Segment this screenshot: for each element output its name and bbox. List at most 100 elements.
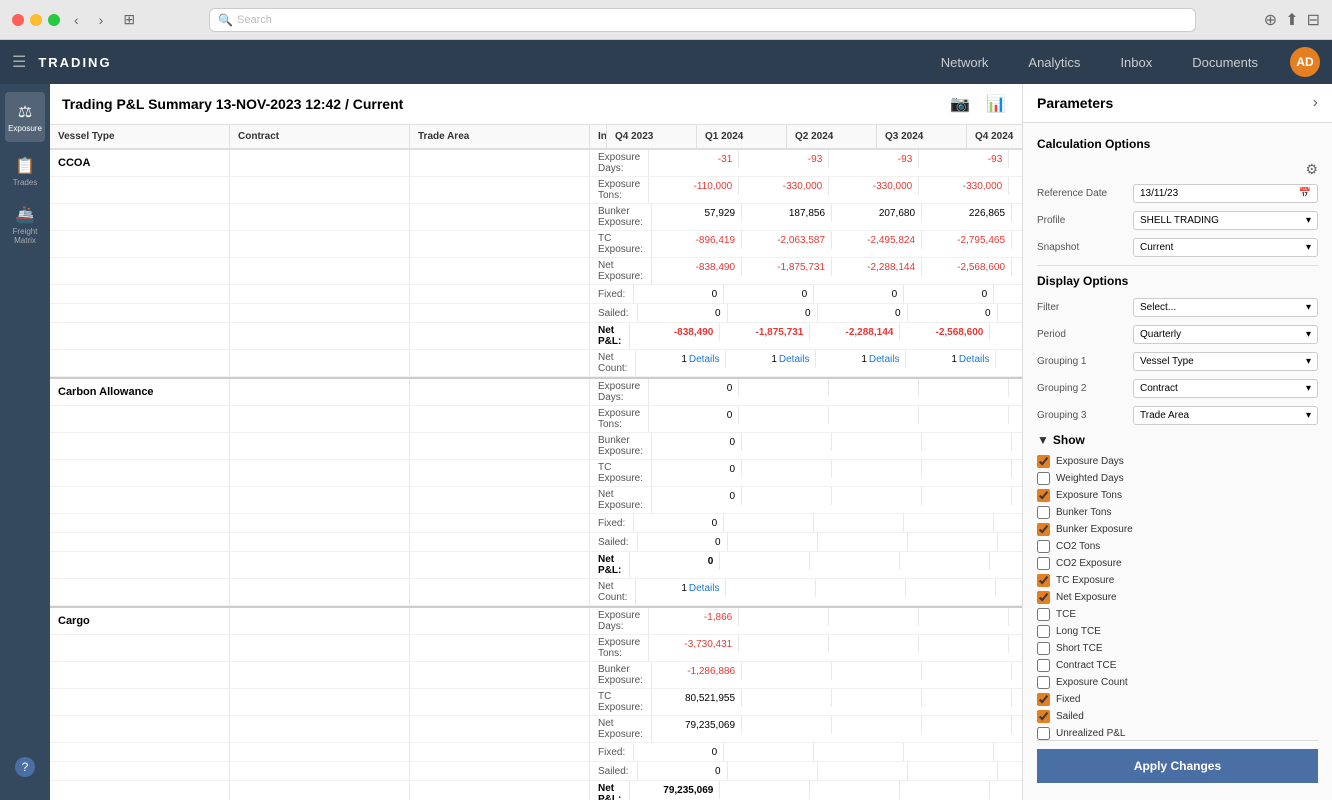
period-select[interactable]: Quarterly ▾: [1133, 325, 1318, 344]
details-link[interactable]: Details: [959, 354, 990, 365]
snapshot-select[interactable]: Current ▾: [1133, 238, 1318, 257]
menu-icon[interactable]: ☰: [12, 52, 26, 72]
grouping2-value: Contract: [1140, 383, 1178, 394]
vessel-type-cell: [50, 533, 230, 551]
value-cell-q2_2024: -2,288,144: [810, 323, 900, 341]
metric-label-cell: Exposure Days:: [590, 150, 649, 176]
checkbox-tce[interactable]: [1037, 608, 1050, 621]
value-cell-q4_2023: -896,419: [652, 231, 742, 249]
show-section-toggle[interactable]: ▼ Show: [1037, 433, 1318, 447]
checkbox-short_tce[interactable]: [1037, 642, 1050, 655]
checkbox-sailed[interactable]: [1037, 710, 1050, 723]
contract-cell: [230, 762, 410, 780]
metric-label-cell: Exposure Tons:: [590, 177, 649, 203]
sidebar-item-trades[interactable]: 📋 Trades: [5, 146, 45, 196]
value-cell-q4_2023: -838,490: [630, 323, 720, 341]
camera-button[interactable]: 📷: [946, 92, 974, 116]
window-split-button[interactable]: ⊟: [1307, 10, 1320, 30]
trade-area-cell: [410, 608, 590, 634]
checkbox-contract_tce[interactable]: [1037, 659, 1050, 672]
checkbox-exposure_days[interactable]: [1037, 455, 1050, 468]
vessel-type-cell: [50, 689, 230, 715]
details-link[interactable]: Details: [689, 583, 720, 594]
user-avatar[interactable]: AD: [1290, 47, 1320, 77]
minimize-button[interactable]: [30, 14, 42, 26]
sidebar-item-freight[interactable]: 🚢 Freight Matrix: [5, 200, 45, 250]
checkbox-weighted_days[interactable]: [1037, 472, 1050, 485]
details-link[interactable]: Details: [869, 354, 900, 365]
checkbox-long_tce[interactable]: [1037, 625, 1050, 638]
grouping3-select[interactable]: Trade Area ▾: [1133, 406, 1318, 425]
metric-label-cell: Sailed:: [590, 762, 638, 780]
sidebar-item-exposure[interactable]: ⚖ Exposure: [5, 92, 45, 142]
nav-analytics[interactable]: Analytics: [1008, 40, 1100, 84]
checkbox-bunker_exposure[interactable]: [1037, 523, 1050, 536]
ref-date-input[interactable]: 13/11/23 📅: [1133, 184, 1318, 203]
maximize-button[interactable]: [48, 14, 60, 26]
value-cell-q1_2024: -1,875,731: [742, 258, 832, 276]
nav-inbox[interactable]: Inbox: [1100, 40, 1172, 84]
divider-1: [1037, 265, 1318, 266]
search-bar[interactable]: 🔍 Search: [209, 8, 1196, 32]
checkbox-unrealized_pnl[interactable]: [1037, 727, 1050, 740]
window-share-button[interactable]: ⬆: [1285, 10, 1298, 30]
value-cell-q4_2023: 0: [638, 762, 728, 780]
sidebar-item-help[interactable]: ?: [5, 742, 45, 792]
grouping1-value: Vessel Type: [1140, 356, 1194, 367]
checkbox-fixed[interactable]: [1037, 693, 1050, 706]
forward-button[interactable]: ›: [93, 10, 110, 30]
collapse-panel-button[interactable]: ›: [1313, 94, 1318, 112]
details-link[interactable]: Details: [689, 354, 720, 365]
contract-cell: [230, 460, 410, 486]
parameters-title: Parameters: [1037, 95, 1113, 111]
contract-cell: [230, 514, 410, 532]
nav-documents[interactable]: Documents: [1172, 40, 1278, 84]
nav-network[interactable]: Network: [921, 40, 1009, 84]
value-cell-q3_2024: -330,000: [919, 177, 1009, 195]
settings-gear-icon[interactable]: ⚙: [1305, 161, 1318, 178]
checkbox-exposure_tons[interactable]: [1037, 489, 1050, 502]
vessel-type-cell: [50, 433, 230, 459]
details-link[interactable]: Details: [779, 354, 810, 365]
value-cell-q2_2024: [832, 460, 922, 478]
apply-changes-button[interactable]: Apply Changes: [1037, 749, 1318, 783]
value-cell-q4_2024: [1009, 406, 1022, 424]
grouping3-value: Trade Area: [1140, 410, 1189, 421]
checkbox-exposure_count[interactable]: [1037, 676, 1050, 689]
calc-options-title: Calculation Options: [1037, 137, 1318, 151]
vessel-type-cell: Cargo: [50, 608, 230, 634]
filter-select[interactable]: Select... ▾: [1133, 298, 1318, 317]
show-item-co2_tons: CO2 Tons: [1037, 540, 1318, 553]
chart-button[interactable]: 📊: [982, 92, 1010, 116]
window-add-button[interactable]: ⊕: [1264, 10, 1277, 30]
checkbox-co2_tons[interactable]: [1037, 540, 1050, 553]
value-cell-q2_2024: -93: [829, 150, 919, 168]
checkbox-co2_exposure[interactable]: [1037, 557, 1050, 570]
show-item-fixed: Fixed: [1037, 693, 1318, 706]
metric-label-cell: Net P&L:: [590, 323, 630, 349]
table-row: CargoExposure Days:-1,866: [50, 608, 1022, 635]
table-body: CCOAExposure Days:-31-93-93-93Exposure T…: [50, 150, 1022, 800]
close-button[interactable]: [12, 14, 24, 26]
checkbox-tc_exposure[interactable]: [1037, 574, 1050, 587]
contract-cell: [230, 552, 410, 578]
trade-area-cell: [410, 552, 590, 578]
value-cell-q3_2024: [922, 689, 1012, 707]
trade-area-cell: [410, 379, 590, 405]
show-label: Show: [1053, 433, 1085, 447]
checkbox-bunker_tons[interactable]: [1037, 506, 1050, 519]
table-row: Bunker Exposure:0: [50, 433, 1022, 460]
back-button[interactable]: ‹: [68, 10, 85, 30]
grouping2-select[interactable]: Contract ▾: [1133, 379, 1318, 398]
trade-area-cell: [410, 662, 590, 688]
table-scroll[interactable]: CCOAExposure Days:-31-93-93-93Exposure T…: [50, 150, 1022, 800]
grouping1-select[interactable]: Vessel Type ▾: [1133, 352, 1318, 371]
value-cell-q1_2024: [742, 460, 832, 478]
table-row: Fixed:0: [50, 743, 1022, 762]
table-row: Sailed:0: [50, 533, 1022, 552]
contract-cell: [230, 433, 410, 459]
checkbox-net_exposure[interactable]: [1037, 591, 1050, 604]
sidebar-toggle-button[interactable]: ⊞: [117, 9, 141, 30]
profile-select[interactable]: SHELL TRADING ▾: [1133, 211, 1318, 230]
value-cell-q4_2023: 0: [652, 433, 742, 451]
